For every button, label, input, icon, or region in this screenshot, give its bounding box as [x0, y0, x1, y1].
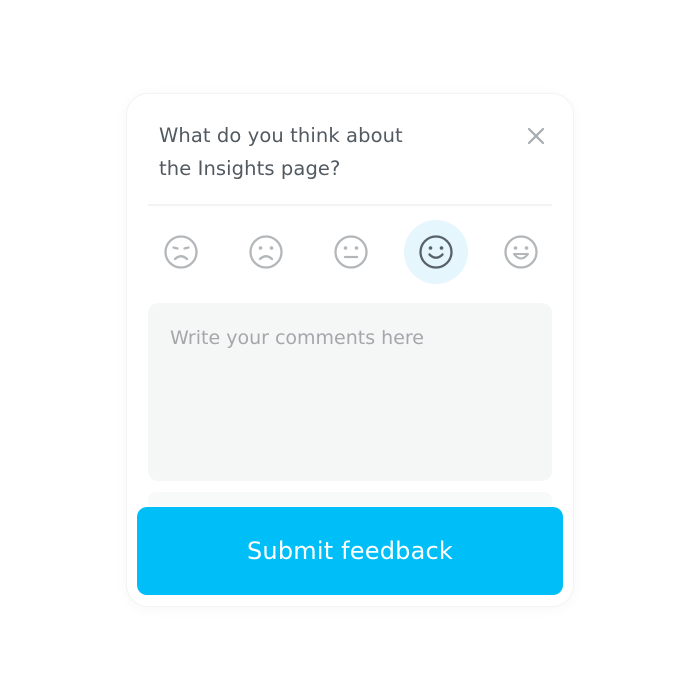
- very-happy-face-icon: [504, 235, 538, 269]
- dialog-title-line-1: What do you think about: [159, 124, 403, 147]
- close-icon: [527, 127, 545, 145]
- crying-face-icon: [164, 235, 198, 269]
- rating-option-very-unhappy[interactable]: [149, 220, 213, 284]
- sad-face-icon: [249, 235, 283, 269]
- dialog-title-line-2: the Insights page?: [159, 157, 341, 180]
- rating-option-happy[interactable]: [404, 220, 468, 284]
- neutral-face-icon: [334, 235, 368, 269]
- rating-option-very-happy[interactable]: [489, 220, 553, 284]
- happy-face-icon: [419, 235, 453, 269]
- submit-feedback-button[interactable]: Submit feedback: [137, 507, 563, 595]
- header-divider: [148, 204, 552, 206]
- close-button[interactable]: [522, 122, 550, 150]
- rating-option-neutral[interactable]: [319, 220, 383, 284]
- dialog-title: What do you think about the Insights pag…: [159, 119, 489, 185]
- rating-option-unhappy[interactable]: [234, 220, 298, 284]
- content-divider: [148, 492, 552, 506]
- comments-textarea[interactable]: [148, 303, 552, 481]
